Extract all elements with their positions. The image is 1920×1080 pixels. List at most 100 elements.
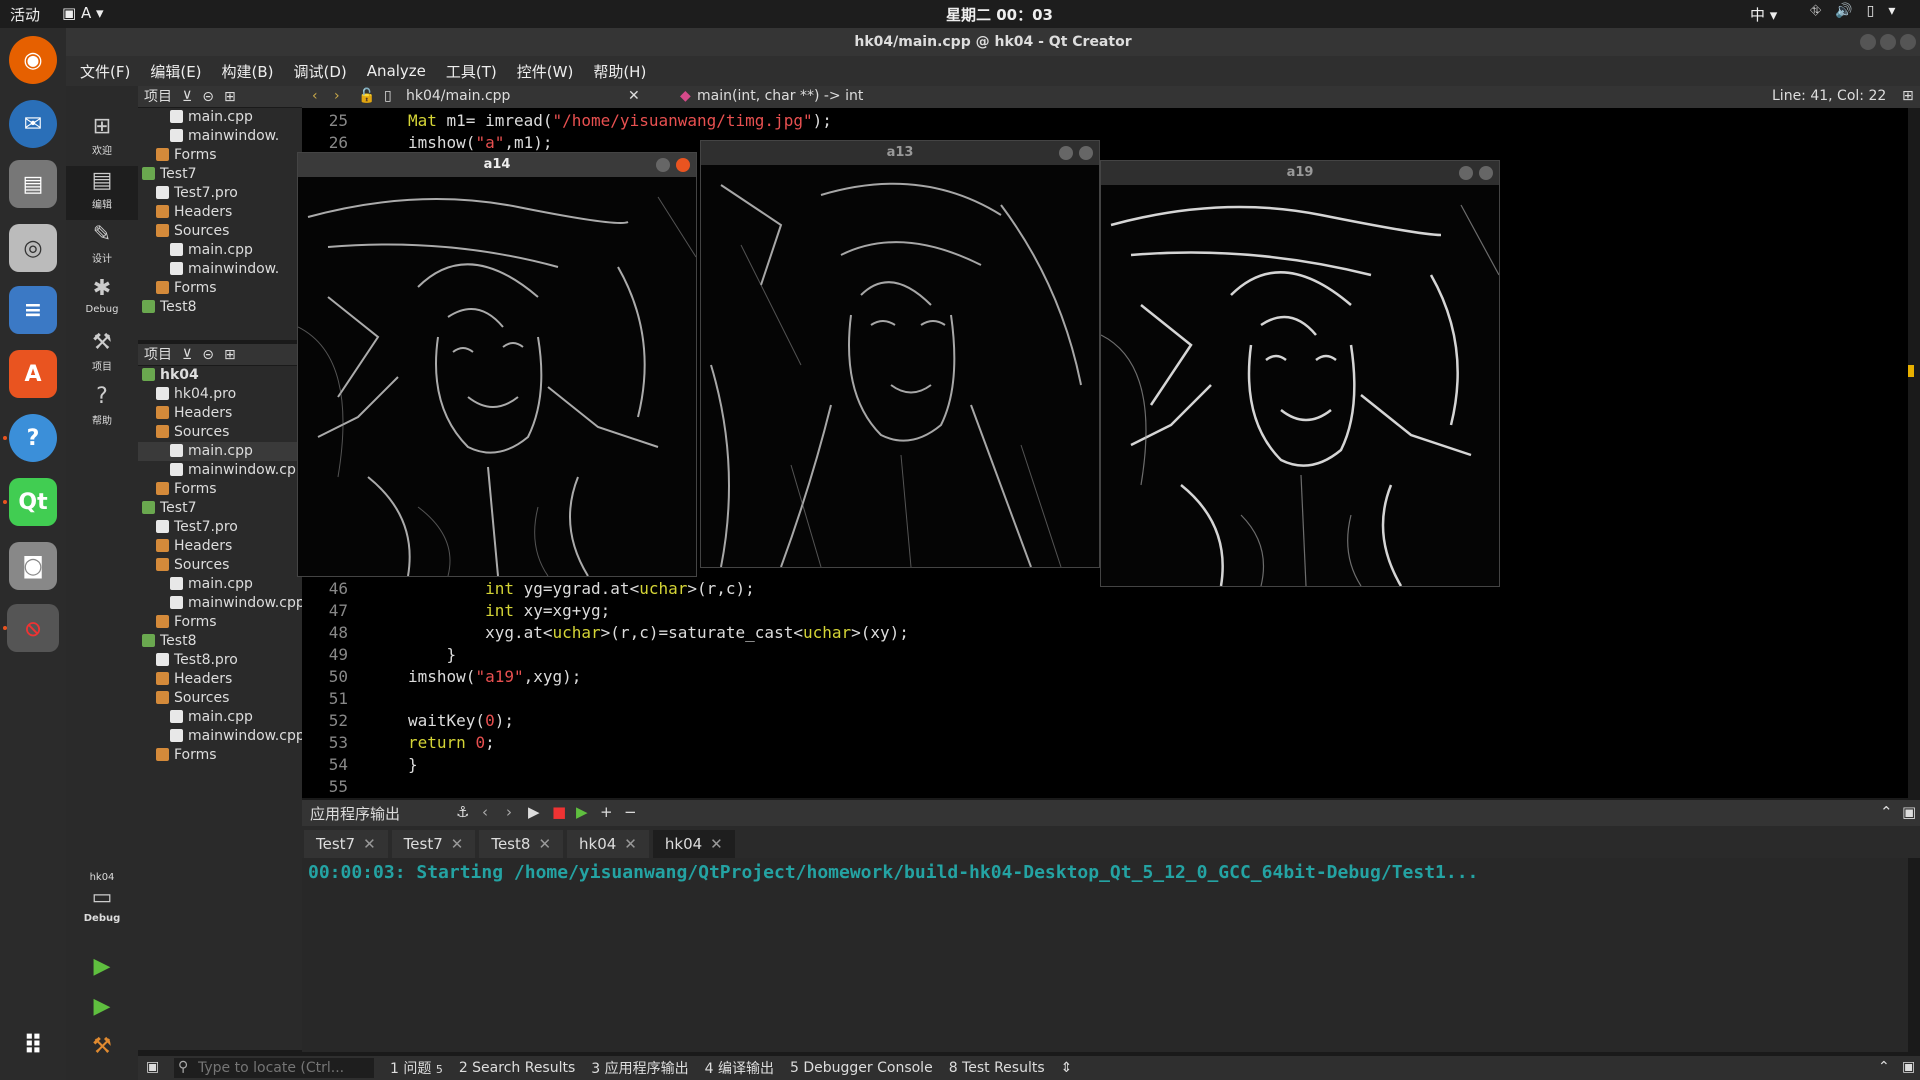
code-line[interactable]: 52 waitKey(0); — [302, 710, 1908, 732]
menu-analyze[interactable]: Analyze — [365, 60, 428, 82]
status-tab-debugger-console[interactable]: 5 Debugger Console — [790, 1060, 933, 1076]
close-button[interactable] — [1079, 146, 1093, 160]
mode-design[interactable]: ✎ 设计 — [66, 220, 138, 274]
application-output[interactable]: 00:00:03: Starting /home/yisuanwang/QtPr… — [302, 858, 1908, 1052]
debug-run-button[interactable]: ▶ — [66, 992, 138, 1032]
tree-item[interactable]: Forms — [138, 746, 302, 765]
code-line[interactable]: 47 int xy=xg+yg; — [302, 600, 1908, 622]
tree-item[interactable]: hk04 — [138, 366, 302, 385]
libreoffice-writer-icon[interactable]: ≡ — [9, 286, 57, 334]
firefox-icon[interactable]: ◉ — [9, 36, 57, 84]
tree-item[interactable]: Test7 — [138, 499, 302, 518]
tree-item[interactable]: main.cpp — [138, 241, 302, 260]
attach-icon[interactable]: ⚓ — [456, 803, 469, 821]
close-document-icon[interactable]: ✕ — [628, 88, 640, 104]
tree-item[interactable]: Sources — [138, 423, 302, 442]
minimize-button[interactable] — [656, 158, 670, 172]
close-pane-icon[interactable]: ▣ — [1902, 803, 1916, 821]
tree-item[interactable]: mainwindow.cpp — [138, 594, 302, 613]
tree-item[interactable]: Forms — [138, 146, 302, 165]
status-tab-compile-output[interactable]: 4 编译输出 — [705, 1058, 774, 1078]
run-button[interactable]: ▶ — [66, 952, 138, 992]
code-line[interactable]: 51 — [302, 688, 1908, 710]
editor-scrollbar[interactable] — [1908, 108, 1920, 798]
split-icon[interactable]: ⊞ — [224, 344, 236, 365]
status-tab-application-output[interactable]: 3 应用程序输出 — [591, 1058, 688, 1078]
build-button[interactable]: ⚒ — [66, 1032, 138, 1072]
split-editor-icon[interactable]: ⊞ — [1902, 88, 1914, 104]
close-tab-icon[interactable]: ✕ — [624, 835, 637, 853]
image-window-a19[interactable]: a19 — [1100, 160, 1500, 587]
next-icon[interactable]: › — [506, 803, 512, 821]
close-tab-icon[interactable]: ✕ — [538, 835, 551, 853]
menu-debug[interactable]: 调试(D) — [292, 59, 349, 84]
zoom-in-icon[interactable]: + — [600, 803, 613, 821]
code-line[interactable]: 50 imshow("a19",xyg); — [302, 666, 1908, 688]
tree-item[interactable]: Test8.pro — [138, 651, 302, 670]
system-tray[interactable]: ⛗ 🔊 ▯ ▾ — [1810, 3, 1895, 19]
rerun-icon[interactable]: ▶ — [528, 803, 540, 821]
output-tab[interactable]: Test7 ✕ — [391, 830, 476, 858]
status-tab-test-results[interactable]: 8 Test Results — [949, 1060, 1045, 1076]
close-tab-icon[interactable]: ✕ — [451, 835, 464, 853]
tree-item[interactable]: Headers — [138, 203, 302, 222]
projects-panel-title[interactable]: 项目 — [144, 86, 172, 107]
image-window-titlebar[interactable]: a13 — [701, 141, 1099, 165]
kit-selector[interactable]: hk04 ▭ Debug — [66, 872, 138, 948]
cursor-position[interactable]: Line: 41, Col: 22 — [1772, 88, 1886, 104]
mode-help[interactable]: ? 帮助 — [66, 382, 138, 436]
menu-file[interactable]: 文件(F) — [78, 59, 132, 84]
mode-projects[interactable]: ⚒ 项目 — [66, 328, 138, 382]
menu-edit[interactable]: 编辑(E) — [148, 59, 203, 84]
show-output-icon[interactable]: ⌃ — [1878, 1059, 1890, 1075]
stop-icon[interactable]: ■ — [552, 803, 566, 821]
software-center-icon[interactable]: A — [9, 350, 57, 398]
terminal-app-icon[interactable]: ⦸ — [7, 604, 59, 652]
forward-arrow-icon[interactable]: › — [334, 88, 340, 104]
tree-item[interactable]: hk04.pro — [138, 385, 302, 404]
filter-icon[interactable]: ⊻ — [182, 86, 192, 107]
code-line[interactable]: 25 Mat m1= imread("/home/yisuanwang/timg.… — [302, 110, 1908, 132]
link-icon[interactable]: ⊝ — [202, 344, 214, 365]
previous-icon[interactable]: ‹ — [482, 803, 488, 821]
menu-help[interactable]: 帮助(H) — [591, 59, 648, 84]
status-tab-issues[interactable]: 1 问题 5 — [390, 1058, 443, 1078]
tree-item[interactable]: Headers — [138, 670, 302, 689]
tree-item[interactable]: Forms — [138, 480, 302, 499]
code-line[interactable]: 49 } — [302, 644, 1908, 666]
tree-item[interactable]: main.cpp — [138, 708, 302, 727]
mode-edit[interactable]: ▤ 编辑 — [66, 166, 138, 220]
menu-build[interactable]: 构建(B) — [220, 59, 276, 84]
code-line[interactable]: 55 — [302, 776, 1908, 798]
minimize-button[interactable] — [1059, 146, 1073, 160]
toggle-right-sidebar-icon[interactable]: ▣ — [1902, 1059, 1915, 1075]
code-line[interactable]: 54} — [302, 754, 1908, 776]
tree-item[interactable]: Test7.pro — [138, 184, 302, 203]
back-arrow-icon[interactable]: ‹ — [312, 88, 318, 104]
activities-button[interactable]: 活动 — [10, 4, 40, 25]
open-document-selector[interactable]: hk04/main.cpp — [406, 88, 510, 104]
tree-item[interactable]: main.cpp — [138, 108, 302, 127]
tree-item[interactable]: mainwindow. — [138, 260, 302, 279]
close-tab-icon[interactable]: ✕ — [363, 835, 376, 853]
tree-item[interactable]: mainwindow.cpp — [138, 461, 302, 480]
show-applications-icon[interactable]: ⠿ — [9, 1022, 57, 1070]
clock[interactable]: 星期二 00：03 — [946, 4, 1053, 25]
tree-item[interactable]: Sources — [138, 556, 302, 575]
tree-item[interactable]: mainwindow. — [138, 127, 302, 146]
locator-input[interactable] — [174, 1058, 374, 1078]
tree-item[interactable]: Test8 — [138, 298, 302, 317]
output-tab[interactable]: hk04 ✕ — [567, 830, 649, 858]
image-window-titlebar[interactable]: a19 — [1101, 161, 1499, 185]
image-window-a13[interactable]: a13 — [700, 140, 1100, 568]
projects-panel-title[interactable]: 项目 — [144, 344, 172, 365]
minimize-button[interactable] — [1459, 166, 1473, 180]
tree-item[interactable]: Test8 — [138, 632, 302, 651]
tree-item[interactable]: main.cpp — [138, 575, 302, 594]
menu-widgets[interactable]: 控件(W) — [515, 59, 576, 84]
code-line[interactable]: 48 xyg.at<uchar>(r,c)=saturate_cast<ucha… — [302, 622, 1908, 644]
status-tab-search-results[interactable]: 2 Search Results — [459, 1060, 575, 1076]
image-window-a14[interactable]: a14 — [297, 152, 697, 577]
code-line[interactable]: 26 imshow("a",m1); — [302, 132, 1908, 154]
symbol-selector[interactable]: main(int, char **) -> int — [697, 88, 863, 104]
